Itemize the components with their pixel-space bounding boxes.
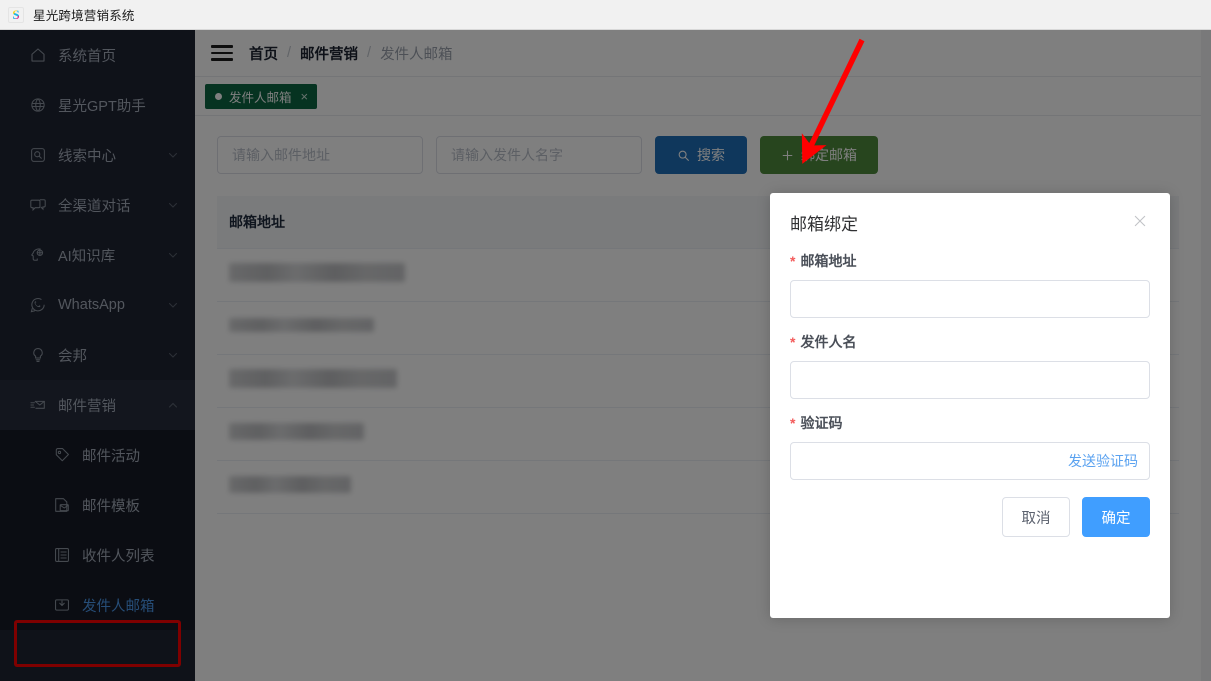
label-email-address: * 邮箱地址 <box>790 251 1150 271</box>
form-field-email-address: * 邮箱地址 <box>790 251 1150 318</box>
label-text: 发件人名 <box>800 334 857 350</box>
label-verification-code: * 验证码 <box>790 413 1150 433</box>
required-marker: * <box>790 415 796 431</box>
dialog-email-address-input[interactable] <box>790 280 1150 318</box>
dialog-title: 邮箱绑定 <box>790 214 858 234</box>
label-sender-name: * 发件人名 <box>790 332 1150 352</box>
label-text: 邮箱地址 <box>800 253 857 269</box>
dialog-sender-name-input[interactable] <box>790 361 1150 399</box>
dialog-header: 邮箱绑定 <box>790 193 1150 251</box>
required-marker: * <box>790 253 796 269</box>
dialog-footer: 取消 确定 <box>790 497 1150 537</box>
form-field-sender-name: * 发件人名 <box>790 332 1150 399</box>
window-title-bar: S 星光跨境营销系统 <box>0 0 1211 30</box>
starlight-s-logo-icon: S <box>8 6 24 23</box>
confirm-button[interactable]: 确定 <box>1082 497 1150 537</box>
close-icon[interactable] <box>1132 213 1150 231</box>
window-title: 星光跨境营销系统 <box>33 9 135 23</box>
form-field-verification-code: * 验证码 发送验证码 <box>790 413 1150 480</box>
label-text: 验证码 <box>800 415 843 431</box>
bind-mailbox-dialog: 邮箱绑定 * 邮箱地址 * 发件人名 * 验证码 发送验证码 取消 确定 <box>770 193 1170 618</box>
send-verification-code-link[interactable]: 发送验证码 <box>1068 442 1138 480</box>
verification-code-input-group: 发送验证码 <box>790 442 1150 480</box>
application-window: S 星光跨境营销系统 系统首页 星光GPT助手 线索中心 <box>0 0 1211 681</box>
cancel-button[interactable]: 取消 <box>1002 497 1070 537</box>
required-marker: * <box>790 334 796 350</box>
page-body: 系统首页 星光GPT助手 线索中心 <box>0 30 1211 681</box>
